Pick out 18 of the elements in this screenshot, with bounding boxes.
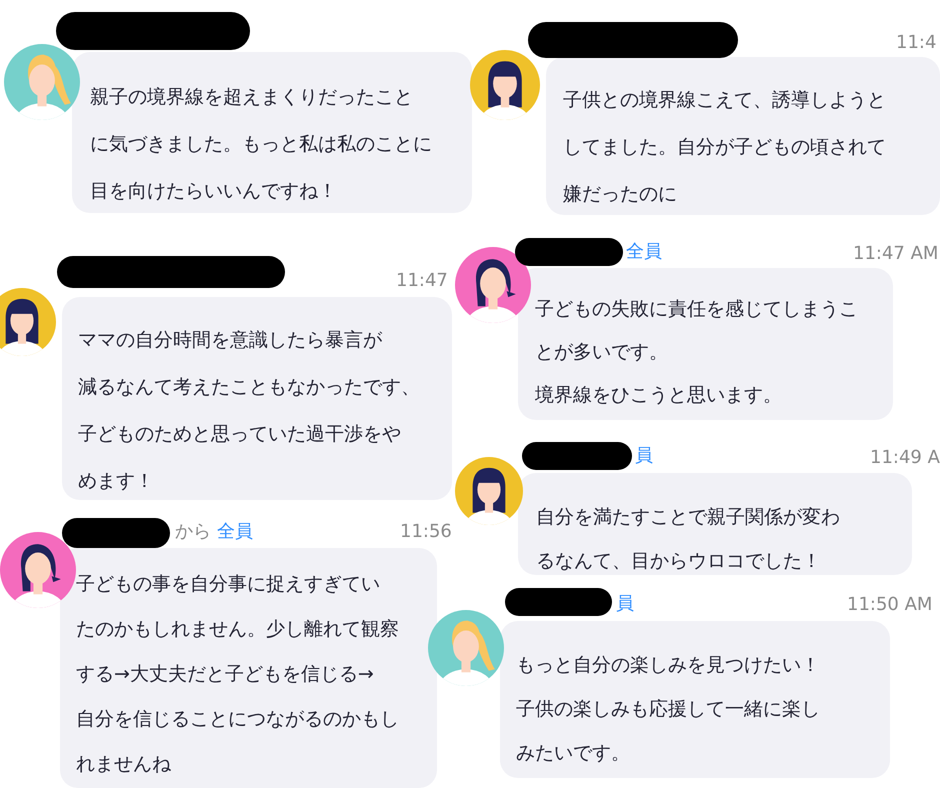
message-text: 親子の境界線を超えまくりだったこと に気づきました。もっと私は私のことに 目を向けたらいいんですね！ [90,85,433,204]
message-time: 11:47 AM [853,242,938,266]
message-text: 子どもの事を自分事に捉えすぎてい たのかもしれません。少し離れて観察 する→大丈夫だと子どもを信じる→ 自分を信じることにつながるのかもし れませんね [76,572,400,777]
message-time: 11:47 [396,269,448,293]
message-time: 11:4 [896,31,936,55]
message-text: 子どもの失敗に責任を感じてしまうこ とが多いです。 境界線をひこうと思います。 [535,297,859,408]
message-time: 11:49 A [870,446,940,470]
recipient-link[interactable]: 全員 [626,238,662,266]
message-text: もっと自分の楽しみを見つけたい！ 子供の楽しみも応援して一緒に楽し みたいです。 [516,653,821,766]
recipient-link[interactable]: 員 [635,442,653,470]
message-text: 自分を満たすことで親子関係が変わ るなんて、目からウロコでした！ [536,505,841,574]
message-text: ママの自分時間を意識したら暴言が 減るなんて考えたこともなかったです、 子どものためと思っていた過干渉をや めます！ [78,328,421,494]
recipient-link[interactable]: 全員 [217,518,253,546]
recipient-link[interactable]: 員 [616,590,634,618]
message-time: 11:56 [400,520,452,544]
from-label: から [175,520,211,544]
message-time: 11:50 AM [847,593,932,617]
message-text: 子供との境界線こえて、誘導しようと してました。自分が子どもの頃されて 嫌だったのに [563,88,887,207]
